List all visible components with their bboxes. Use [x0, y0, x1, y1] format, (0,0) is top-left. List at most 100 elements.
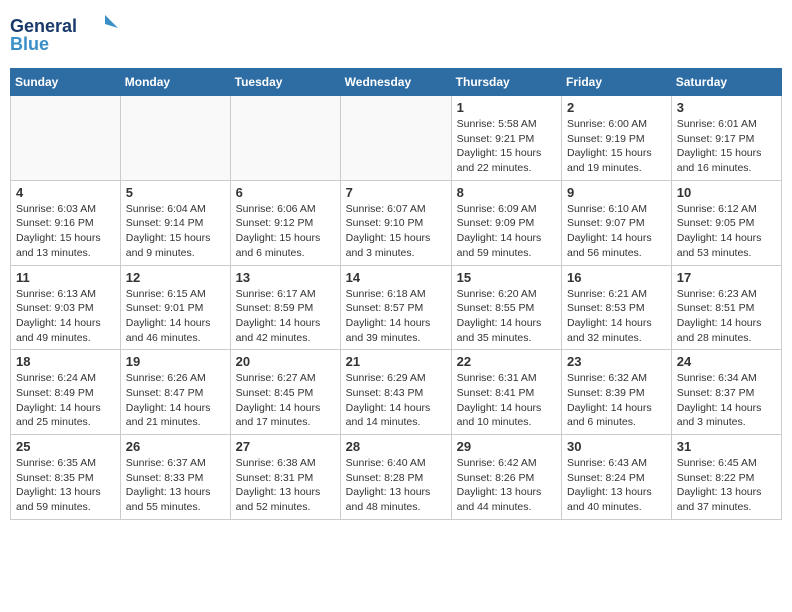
calendar-cell: 24 Sunrise: 6:34 AM Sunset: 8:37 PM Dayli… [671, 350, 781, 435]
cell-date: 18 [16, 354, 115, 369]
calendar-week-3: 11 Sunrise: 6:13 AM Sunset: 9:03 PM Dayli… [11, 265, 782, 350]
cell-info: Sunrise: 6:40 AM Sunset: 8:28 PM Dayligh… [346, 456, 446, 515]
calendar-cell: 6 Sunrise: 6:06 AM Sunset: 9:12 PM Daylig… [230, 180, 340, 265]
cell-date: 27 [236, 439, 335, 454]
cell-date: 3 [677, 100, 776, 115]
cell-info: Sunrise: 6:17 AM Sunset: 8:59 PM Dayligh… [236, 287, 335, 346]
calendar-cell: 1Sunrise: 5:58 AM Sunset: 9:21 PM Daylig… [451, 96, 561, 181]
weekday-header-sunday: Sunday [11, 69, 121, 96]
weekday-header-wednesday: Wednesday [340, 69, 451, 96]
calendar-week-2: 4 Sunrise: 6:03 AM Sunset: 9:16 PM Daylig… [11, 180, 782, 265]
cell-date: 28 [346, 439, 446, 454]
cell-info: Sunrise: 6:24 AM Sunset: 8:49 PM Dayligh… [16, 371, 115, 430]
calendar-cell: 17 Sunrise: 6:23 AM Sunset: 8:51 PM Dayli… [671, 265, 781, 350]
cell-info: Sunrise: 6:32 AM Sunset: 8:39 PM Dayligh… [567, 371, 666, 430]
weekday-header-friday: Friday [562, 69, 672, 96]
calendar-cell: 19 Sunrise: 6:26 AM Sunset: 8:47 PM Dayli… [120, 350, 230, 435]
cell-info: Sunrise: 6:03 AM Sunset: 9:16 PM Dayligh… [16, 202, 115, 261]
cell-date: 5 [126, 185, 225, 200]
cell-info: Sunrise: 6:26 AM Sunset: 8:47 PM Dayligh… [126, 371, 225, 430]
calendar-table: SundayMondayTuesdayWednesdayThursdayFrid… [10, 68, 782, 520]
cell-info: Sunrise: 6:06 AM Sunset: 9:12 PM Dayligh… [236, 202, 335, 261]
cell-date: 20 [236, 354, 335, 369]
cell-info: Sunrise: 6:18 AM Sunset: 8:57 PM Dayligh… [346, 287, 446, 346]
calendar-cell: 16 Sunrise: 6:21 AM Sunset: 8:53 PM Dayli… [562, 265, 672, 350]
cell-info: Sunrise: 6:29 AM Sunset: 8:43 PM Dayligh… [346, 371, 446, 430]
cell-info: Sunrise: 6:35 AM Sunset: 8:35 PM Dayligh… [16, 456, 115, 515]
cell-info: Sunrise: 6:21 AM Sunset: 8:53 PM Dayligh… [567, 287, 666, 346]
cell-info: Sunrise: 6:31 AM Sunset: 8:41 PM Dayligh… [457, 371, 556, 430]
cell-date: 9 [567, 185, 666, 200]
cell-date: 11 [16, 270, 115, 285]
cell-date: 6 [236, 185, 335, 200]
cell-info: Sunrise: 6:20 AM Sunset: 8:55 PM Dayligh… [457, 287, 556, 346]
cell-date: 13 [236, 270, 335, 285]
calendar-cell: 15 Sunrise: 6:20 AM Sunset: 8:55 PM Dayli… [451, 265, 561, 350]
calendar-cell: 30 Sunrise: 6:43 AM Sunset: 8:24 PM Dayli… [562, 435, 672, 520]
weekday-header-saturday: Saturday [671, 69, 781, 96]
logo: General Blue [10, 10, 120, 60]
calendar-cell: 18 Sunrise: 6:24 AM Sunset: 8:49 PM Dayli… [11, 350, 121, 435]
calendar-cell [340, 96, 451, 181]
calendar-cell: 21 Sunrise: 6:29 AM Sunset: 8:43 PM Dayli… [340, 350, 451, 435]
cell-info: Sunrise: 6:10 AM Sunset: 9:07 PM Dayligh… [567, 202, 666, 261]
cell-date: 29 [457, 439, 556, 454]
cell-date: 15 [457, 270, 556, 285]
cell-date: 30 [567, 439, 666, 454]
calendar-cell: 7Sunrise: 6:07 AM Sunset: 9:10 PM Daylig… [340, 180, 451, 265]
calendar-cell: 12 Sunrise: 6:15 AM Sunset: 9:01 PM Dayli… [120, 265, 230, 350]
svg-text:Blue: Blue [10, 34, 49, 54]
cell-date: 14 [346, 270, 446, 285]
calendar-cell: 26 Sunrise: 6:37 AM Sunset: 8:33 PM Dayli… [120, 435, 230, 520]
cell-date: 22 [457, 354, 556, 369]
cell-info: Sunrise: 6:07 AM Sunset: 9:10 PM Dayligh… [346, 202, 446, 261]
cell-date: 21 [346, 354, 446, 369]
cell-info: Sunrise: 6:00 AM Sunset: 9:19 PM Dayligh… [567, 117, 666, 176]
calendar-cell [120, 96, 230, 181]
calendar-cell: 14 Sunrise: 6:18 AM Sunset: 8:57 PM Dayli… [340, 265, 451, 350]
cell-date: 1 [457, 100, 556, 115]
calendar-cell: 8 Sunrise: 6:09 AM Sunset: 9:09 PM Daylig… [451, 180, 561, 265]
calendar-cell: 20 Sunrise: 6:27 AM Sunset: 8:45 PM Dayli… [230, 350, 340, 435]
cell-date: 8 [457, 185, 556, 200]
cell-date: 16 [567, 270, 666, 285]
cell-info: Sunrise: 6:23 AM Sunset: 8:51 PM Dayligh… [677, 287, 776, 346]
cell-date: 19 [126, 354, 225, 369]
cell-date: 17 [677, 270, 776, 285]
calendar-week-1: 1Sunrise: 5:58 AM Sunset: 9:21 PM Daylig… [11, 96, 782, 181]
cell-info: Sunrise: 6:09 AM Sunset: 9:09 PM Dayligh… [457, 202, 556, 261]
calendar-cell: 3Sunrise: 6:01 AM Sunset: 9:17 PM Daylig… [671, 96, 781, 181]
cell-date: 25 [16, 439, 115, 454]
calendar-cell: 4 Sunrise: 6:03 AM Sunset: 9:16 PM Daylig… [11, 180, 121, 265]
calendar-cell: 13 Sunrise: 6:17 AM Sunset: 8:59 PM Dayli… [230, 265, 340, 350]
cell-info: Sunrise: 6:42 AM Sunset: 8:26 PM Dayligh… [457, 456, 556, 515]
calendar-week-4: 18 Sunrise: 6:24 AM Sunset: 8:49 PM Dayli… [11, 350, 782, 435]
cell-info: Sunrise: 6:43 AM Sunset: 8:24 PM Dayligh… [567, 456, 666, 515]
cell-info: Sunrise: 6:13 AM Sunset: 9:03 PM Dayligh… [16, 287, 115, 346]
cell-info: Sunrise: 6:15 AM Sunset: 9:01 PM Dayligh… [126, 287, 225, 346]
calendar-cell: 25 Sunrise: 6:35 AM Sunset: 8:35 PM Dayli… [11, 435, 121, 520]
weekday-header-monday: Monday [120, 69, 230, 96]
cell-date: 31 [677, 439, 776, 454]
cell-info: Sunrise: 6:37 AM Sunset: 8:33 PM Dayligh… [126, 456, 225, 515]
cell-info: Sunrise: 6:38 AM Sunset: 8:31 PM Dayligh… [236, 456, 335, 515]
weekday-header-tuesday: Tuesday [230, 69, 340, 96]
cell-date: 2 [567, 100, 666, 115]
cell-date: 12 [126, 270, 225, 285]
calendar-cell: 5Sunrise: 6:04 AM Sunset: 9:14 PM Daylig… [120, 180, 230, 265]
cell-date: 4 [16, 185, 115, 200]
calendar-week-5: 25 Sunrise: 6:35 AM Sunset: 8:35 PM Dayli… [11, 435, 782, 520]
cell-info: Sunrise: 6:34 AM Sunset: 8:37 PM Dayligh… [677, 371, 776, 430]
cell-info: Sunrise: 6:27 AM Sunset: 8:45 PM Dayligh… [236, 371, 335, 430]
calendar-cell: 2 Sunrise: 6:00 AM Sunset: 9:19 PM Daylig… [562, 96, 672, 181]
cell-info: Sunrise: 6:45 AM Sunset: 8:22 PM Dayligh… [677, 456, 776, 515]
calendar-cell: 27 Sunrise: 6:38 AM Sunset: 8:31 PM Dayli… [230, 435, 340, 520]
calendar-cell: 31 Sunrise: 6:45 AM Sunset: 8:22 PM Dayli… [671, 435, 781, 520]
cell-date: 26 [126, 439, 225, 454]
cell-date: 24 [677, 354, 776, 369]
calendar-cell: 29 Sunrise: 6:42 AM Sunset: 8:26 PM Dayli… [451, 435, 561, 520]
calendar-cell: 28 Sunrise: 6:40 AM Sunset: 8:28 PM Dayli… [340, 435, 451, 520]
cell-date: 10 [677, 185, 776, 200]
weekday-header-thursday: Thursday [451, 69, 561, 96]
calendar-cell: 23Sunrise: 6:32 AM Sunset: 8:39 PM Dayli… [562, 350, 672, 435]
